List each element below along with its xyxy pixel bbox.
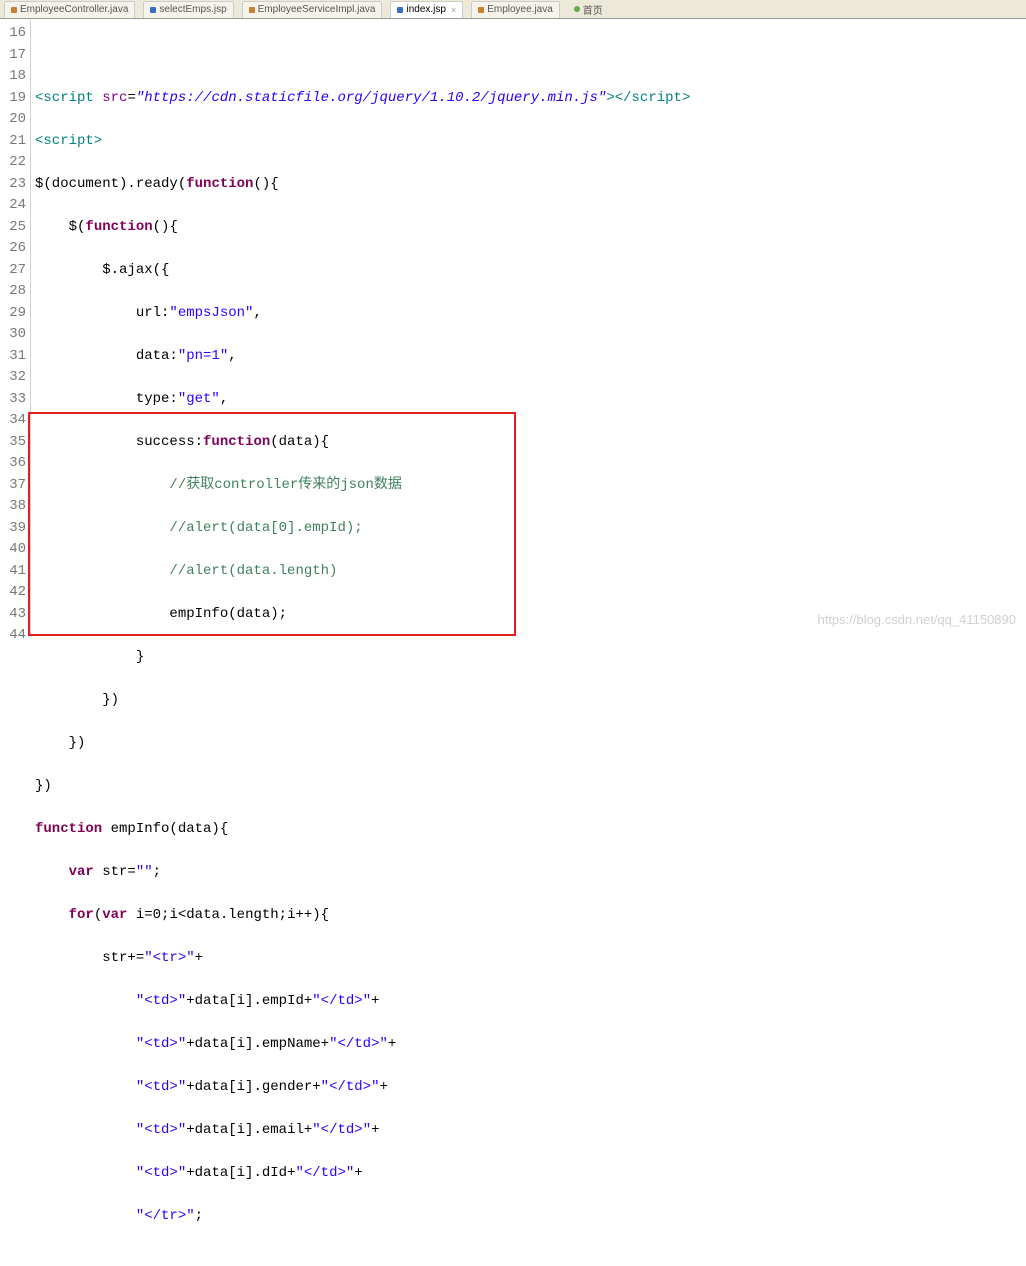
line-gutter: 1617181920212223242526272829303132333435… — [0, 19, 31, 634]
editor-tabs: EmployeeController.java selectEmps.jsp E… — [0, 0, 1026, 19]
tab-employee-java[interactable]: Employee.java — [471, 1, 560, 18]
tab-employeecontroller[interactable]: EmployeeController.java — [4, 1, 135, 18]
tab-employeeserviceimpl[interactable]: EmployeeServiceImpl.java — [242, 1, 383, 18]
tab-selectemps[interactable]: selectEmps.jsp — [143, 1, 233, 18]
close-icon[interactable]: × — [451, 5, 456, 15]
code-area[interactable]: <script src="https://cdn.staticfile.org/… — [31, 19, 1026, 634]
tab-index-jsp[interactable]: index.jsp× — [390, 1, 463, 18]
tab-home[interactable]: 首页 — [568, 1, 609, 17]
code-editor[interactable]: 1617181920212223242526272829303132333435… — [0, 19, 1026, 634]
